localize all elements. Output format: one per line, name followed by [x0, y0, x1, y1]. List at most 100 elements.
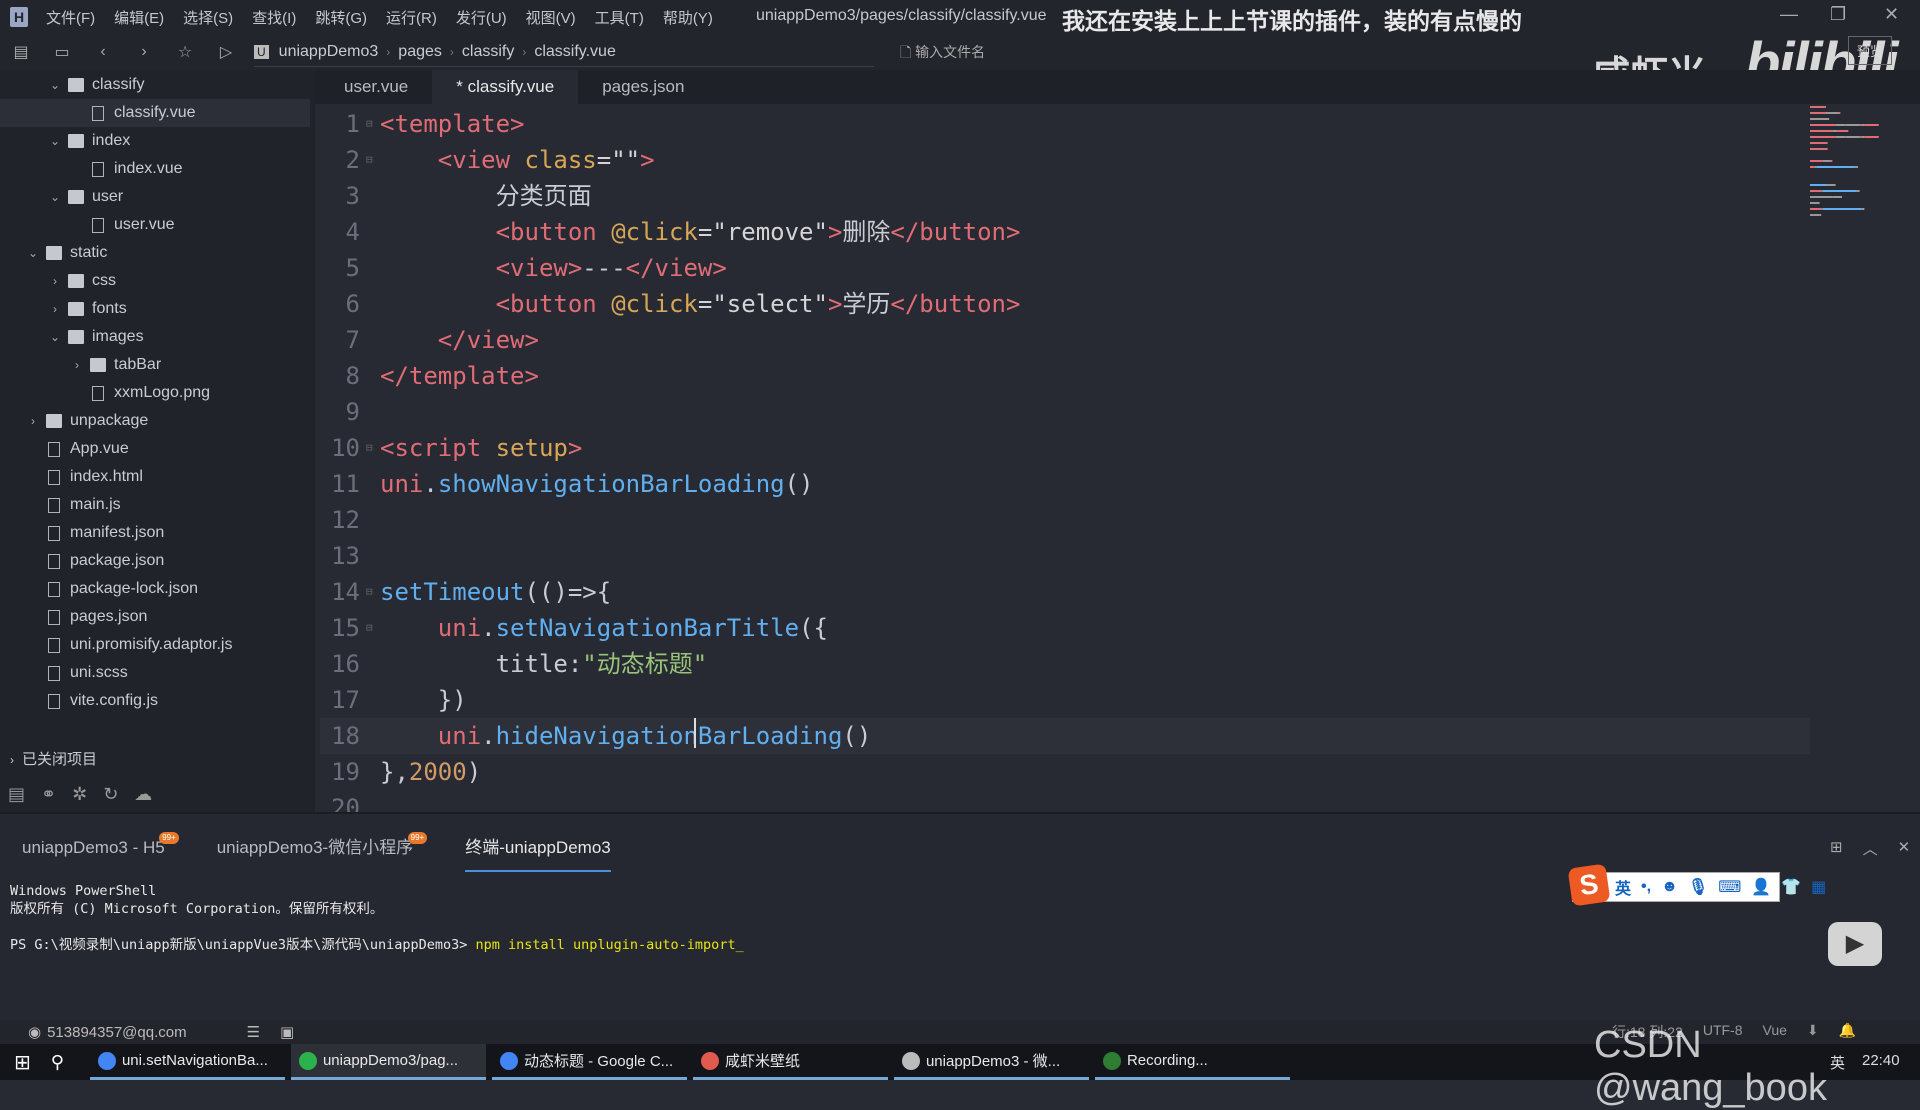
apps-grid-icon[interactable]: ▦	[1811, 877, 1826, 897]
taskbar-item[interactable]: uni.setNavigationBa...	[89, 1044, 285, 1080]
menu-item[interactable]: 发行(U)	[456, 7, 507, 28]
minimize-button[interactable]: —	[1780, 4, 1798, 25]
tree-item[interactable]: ⌄ static	[0, 239, 310, 267]
terminal-toggle-icon[interactable]: ▣	[280, 1023, 294, 1041]
skin-icon[interactable]: 👕	[1781, 877, 1801, 897]
tree-item[interactable]: ⌄ classify	[0, 71, 310, 99]
tree-item[interactable]: index.html	[0, 463, 310, 491]
tree-item[interactable]: classify.vue	[0, 99, 310, 127]
close-button[interactable]: ✕	[1884, 4, 1899, 25]
tree-item[interactable]: uni.promisify.adaptor.js	[0, 631, 310, 659]
emoji-icon[interactable]: ☻	[1661, 878, 1678, 896]
new-file-icon[interactable]: ▤	[10, 42, 32, 62]
fold-icon[interactable]: ⊟	[366, 610, 373, 646]
tree-item[interactable]: manifest.json	[0, 519, 310, 547]
closed-projects[interactable]: › 已关闭项目	[10, 748, 97, 769]
account-email[interactable]: 513894357@qq.com	[47, 1024, 187, 1041]
tree-item[interactable]: App.vue	[0, 435, 310, 463]
file-icon	[48, 693, 60, 709]
code-editor[interactable]: 1 ⊟ <template> 2 ⊟ <view class=""> 3 分类页面 4 <b…	[320, 106, 1810, 822]
badge: 99+	[159, 832, 179, 844]
taskbar-item[interactable]: 动态标题 - Google C...	[491, 1044, 687, 1080]
close-panel-icon[interactable]: ✕	[1898, 838, 1911, 859]
user-icon[interactable]: 👤	[1751, 877, 1771, 897]
windows-start-icon[interactable]: ⊞	[14, 1050, 31, 1075]
source-control-icon[interactable]: ↻	[103, 784, 118, 805]
back-icon[interactable]: ‹	[92, 43, 114, 61]
terminal-output[interactable]: Windows PowerShell 版权所有 (C) Microsoft Cor…	[10, 882, 744, 954]
menu-item[interactable]: 运行(R)	[386, 7, 437, 28]
minimap[interactable]	[1810, 106, 1910, 276]
tree-item[interactable]: ⌄ index	[0, 127, 310, 155]
tree-item[interactable]: user.vue	[0, 211, 310, 239]
menu-item[interactable]: 查找(I)	[252, 7, 296, 28]
menu-item[interactable]: 帮助(Y)	[663, 7, 713, 28]
tree-item-label: static	[70, 244, 108, 261]
badge: 99+	[407, 832, 428, 844]
minimap-mark	[1810, 184, 1826, 186]
list-icon[interactable]: ☰	[247, 1023, 260, 1041]
tree-item[interactable]: › tabBar	[0, 351, 310, 379]
tree-item[interactable]: index.vue	[0, 155, 310, 183]
run-icon[interactable]: ▷	[215, 42, 237, 62]
tree-item[interactable]: uni.scss	[0, 659, 310, 687]
fold-icon[interactable]: ⊟	[366, 106, 373, 142]
preview-button[interactable]: 预览	[1848, 36, 1893, 65]
taskbar-item[interactable]: uniappDemo3 - 微...	[893, 1044, 1089, 1080]
menu-item[interactable]: 文件(F)	[46, 7, 95, 28]
keyboard-icon[interactable]: ⌨	[1718, 877, 1741, 897]
cloud-icon[interactable]: ☁	[134, 784, 152, 805]
breadcrumb-item[interactable]: classify	[462, 43, 514, 61]
search-icon[interactable]: ⚲	[51, 1052, 64, 1073]
debug-bug-icon[interactable]: ✲	[72, 784, 87, 805]
save-icon[interactable]: ▭	[51, 42, 73, 62]
tree-item[interactable]: vite.config.js	[0, 687, 310, 715]
tree-item[interactable]: › css	[0, 267, 310, 295]
taskbar-item[interactable]: 咸虾米壁纸	[692, 1044, 888, 1080]
tree-item[interactable]: xxmLogo.png	[0, 379, 310, 407]
breadcrumb-item[interactable]: pages	[398, 43, 442, 61]
explorer-icon[interactable]: ▤	[8, 784, 25, 805]
tree-item[interactable]: package.json	[0, 547, 310, 575]
menu-item[interactable]: 跳转(G)	[315, 7, 367, 28]
editor-tab[interactable]: * classify.vue	[432, 70, 579, 104]
editor-tab[interactable]: user.vue	[320, 70, 432, 104]
menu-item[interactable]: 编辑(E)	[114, 7, 164, 28]
tree-item[interactable]: ⌄ images	[0, 323, 310, 351]
ime-lang[interactable]: 英	[1615, 875, 1631, 899]
punctuation-icon[interactable]: •,	[1641, 878, 1651, 896]
panel-tab[interactable]: 终端-uniappDemo3	[465, 824, 611, 872]
breadcrumb-item[interactable]: uniappDemo3	[279, 43, 379, 61]
file-search-placeholder: 输入文件名	[915, 44, 986, 60]
breadcrumb-item[interactable]: classify.vue	[534, 43, 616, 61]
tree-item[interactable]: package-lock.json	[0, 575, 310, 603]
taskbar-item[interactable]: Recording...	[1094, 1044, 1290, 1080]
panel-tab[interactable]: uniappDemo3-微信小程序 99+	[217, 824, 428, 872]
panel-tab[interactable]: uniappDemo3 - H5 99+	[22, 824, 179, 872]
taskbar-item[interactable]: uniappDemo3/pag...	[290, 1044, 486, 1080]
maximize-button[interactable]: ❐	[1830, 4, 1846, 25]
video-subtitle: 我还在安装上上上节课的插件，装的有点慢的	[1062, 8, 1522, 34]
menu-item[interactable]: 选择(S)	[183, 7, 233, 28]
fold-icon[interactable]: ⊟	[366, 142, 373, 178]
forward-icon[interactable]: ›	[133, 43, 155, 61]
menu-item[interactable]: 视图(V)	[526, 7, 576, 28]
tree-item[interactable]: › fonts	[0, 295, 310, 323]
tree-item[interactable]: ⌄ user	[0, 183, 310, 211]
fold-icon[interactable]: ⊟	[366, 430, 373, 466]
tree-item[interactable]: › unpackage	[0, 407, 310, 435]
file-search-input[interactable]: 🗋 输入文件名	[900, 42, 985, 66]
code-token: >	[510, 110, 525, 138]
microphone-icon[interactable]: 🎙	[1688, 877, 1708, 897]
star-icon[interactable]: ☆	[174, 42, 196, 62]
editor-tab[interactable]: pages.json	[578, 70, 708, 104]
new-terminal-icon[interactable]: ⊞	[1830, 838, 1843, 859]
search-binoculars-icon[interactable]: ⚭	[41, 784, 56, 805]
tree-item[interactable]: pages.json	[0, 603, 310, 631]
menu-item[interactable]: 工具(T)	[595, 7, 644, 28]
tray-ime-lang[interactable]: 英	[1830, 1052, 1845, 1073]
chevron-up-icon[interactable]: ︿	[1863, 838, 1878, 859]
clock[interactable]: 22:40	[1862, 1052, 1900, 1069]
fold-icon[interactable]: ⊟	[366, 574, 373, 610]
tree-item[interactable]: main.js	[0, 491, 310, 519]
